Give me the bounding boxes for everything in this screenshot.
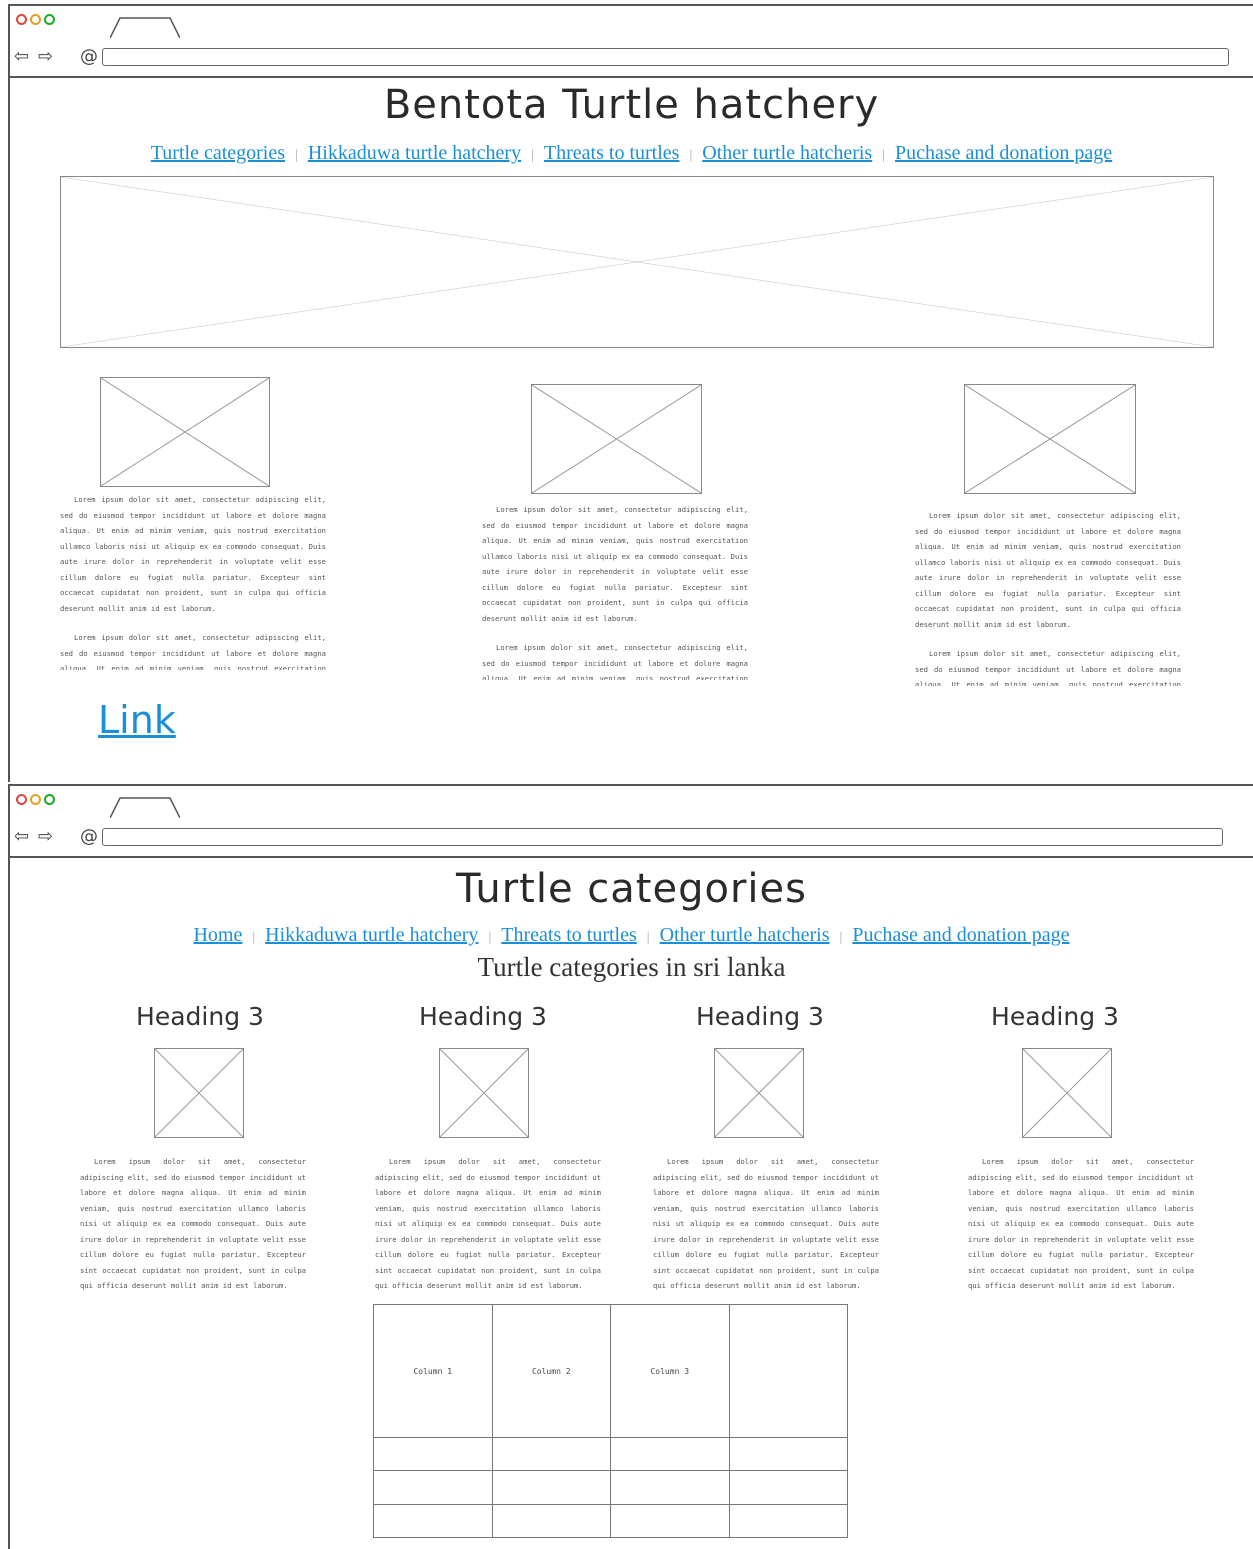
hero-image-placeholder [60, 176, 1214, 348]
table-header-cell: Column 2 [491, 1303, 611, 1439]
image-placeholder [1022, 1048, 1112, 1138]
nav-link-purchase-donation[interactable]: Puchase and donation page [852, 924, 1069, 946]
at-sign-icon: @ [80, 826, 98, 847]
page-title: Turtle categories [456, 866, 807, 912]
nav-link-purchase-donation[interactable]: Puchase and donation page [895, 142, 1112, 164]
table-cell [373, 1437, 493, 1472]
close-dot-icon[interactable] [16, 794, 27, 805]
table-header-cell [728, 1303, 848, 1439]
at-sign-icon: @ [80, 46, 98, 67]
nav-link-turtle-categories[interactable]: Turtle categories [151, 142, 285, 164]
image-placeholder [100, 377, 270, 487]
forward-arrow-icon[interactable]: ⇨ [38, 828, 53, 846]
text-block: Lorem ipsum dolor sit amet, consectetur … [60, 492, 326, 670]
paragraph: Lorem ipsum dolor sit amet, consectetur … [375, 1157, 601, 1290]
paragraph: Lorem ipsum dolor sit amet, consectetur … [60, 633, 326, 670]
table-cell [491, 1470, 611, 1505]
maximize-dot-icon[interactable] [44, 14, 55, 25]
column-heading: Heading 3 [136, 1002, 264, 1031]
paragraph: Lorem ipsum dolor sit amet, consectetur … [60, 495, 326, 613]
paragraph: Lorem ipsum dolor sit amet, consectetur … [653, 1157, 879, 1290]
text-block: Lorem ipsum dolor sit amet, consectetur … [482, 502, 748, 680]
column-heading: Heading 3 [991, 1002, 1119, 1031]
text-block: Lorem ipsum dolor sit amet, consectetur … [653, 1154, 879, 1296]
table-cell [491, 1503, 611, 1539]
link[interactable]: Link [98, 698, 176, 742]
text-block: Lorem ipsum dolor sit amet, consectetur … [80, 1154, 306, 1296]
minimize-dot-icon[interactable] [30, 794, 41, 805]
paragraph: Lorem ipsum dolor sit amet, consectetur … [968, 1157, 1194, 1290]
paragraph: Lorem ipsum dolor sit amet, consectetur … [482, 643, 748, 680]
nav-link-other-hatcheries[interactable]: Other turtle hatcheris [660, 924, 830, 946]
data-table: Column 1 Column 2 Column 3 [373, 1303, 848, 1539]
table-row [373, 1437, 848, 1472]
url-input[interactable] [102, 828, 1223, 846]
nav-link-hikkaduwa[interactable]: Hikkaduwa turtle hatchery [265, 924, 478, 946]
section-subtitle: Turtle categories in sri lanka [477, 952, 786, 982]
table-cell [728, 1503, 848, 1539]
paragraph: Lorem ipsum dolor sit amet, consectetur … [482, 505, 748, 623]
table-cell [491, 1437, 611, 1472]
page-content: Bentota Turtle hatchery Turtle categorie… [10, 78, 1253, 782]
page-title: Bentota Turtle hatchery [383, 82, 880, 128]
image-placeholder [154, 1048, 244, 1138]
browser-window-categories: ⇦ ⇨ @ Turtle categories Home | Hikkaduwa t… [8, 784, 1253, 1549]
table-cell [728, 1470, 848, 1505]
nav-link-hikkaduwa[interactable]: Hikkaduwa turtle hatchery [308, 142, 521, 164]
table-header-cell: Column 1 [373, 1303, 493, 1439]
back-arrow-icon[interactable]: ⇦ [14, 48, 29, 66]
url-input[interactable] [102, 48, 1229, 66]
image-placeholder [531, 384, 702, 494]
paragraph: Lorem ipsum dolor sit amet, consectetur … [915, 511, 1181, 629]
image-placeholder [714, 1048, 804, 1138]
window-controls [16, 14, 55, 25]
nav-link-other-hatcheries[interactable]: Other turtle hatcheris [702, 142, 872, 164]
image-placeholder [964, 384, 1136, 494]
address-bar: ⇦ ⇨ @ [10, 38, 1253, 78]
table-cell [610, 1503, 730, 1539]
browser-window-home: ⇦ ⇨ @ Bentota Turtle hatchery Turtle cat… [8, 4, 1253, 782]
table-header-row: Column 1 Column 2 Column 3 [373, 1303, 848, 1439]
paragraph: Lorem ipsum dolor sit amet, consectetur … [915, 649, 1181, 686]
table-header-cell: Column 3 [610, 1303, 730, 1439]
table-cell [373, 1470, 493, 1505]
table-cell [610, 1437, 730, 1472]
browser-tab[interactable] [110, 796, 180, 818]
browser-tab[interactable] [110, 16, 180, 38]
image-placeholder [439, 1048, 529, 1138]
text-block: Lorem ipsum dolor sit amet, consectetur … [915, 508, 1181, 686]
page-content: Turtle categories Home | Hikkaduwa turtle … [10, 858, 1253, 1549]
column-heading: Heading 3 [696, 1002, 824, 1031]
forward-arrow-icon[interactable]: ⇨ [38, 48, 53, 66]
window-controls [16, 794, 55, 805]
maximize-dot-icon[interactable] [44, 794, 55, 805]
minimize-dot-icon[interactable] [30, 14, 41, 25]
column-heading: Heading 3 [419, 1002, 547, 1031]
back-arrow-icon[interactable]: ⇦ [14, 828, 29, 846]
main-nav: Turtle categories | Hikkaduwa turtle hatch… [150, 142, 1113, 164]
tab-bar [10, 784, 1253, 820]
close-dot-icon[interactable] [16, 14, 27, 25]
tab-bar [10, 4, 1253, 40]
main-nav: Home | Hikkaduwa turtle hatchery | Threats t… [193, 924, 1070, 946]
address-bar: ⇦ ⇨ @ [10, 818, 1253, 858]
nav-link-threats[interactable]: Threats to turtles [544, 142, 680, 164]
text-block: Lorem ipsum dolor sit amet, consectetur … [375, 1154, 601, 1296]
text-block: Lorem ipsum dolor sit amet, consectetur … [968, 1154, 1194, 1296]
table-cell [728, 1437, 848, 1472]
table-row [373, 1503, 848, 1539]
table-cell [373, 1503, 493, 1539]
table-row [373, 1470, 848, 1505]
table-cell [610, 1470, 730, 1505]
nav-link-threats[interactable]: Threats to turtles [501, 924, 637, 946]
paragraph: Lorem ipsum dolor sit amet, consectetur … [80, 1157, 306, 1290]
nav-link-home[interactable]: Home [193, 924, 242, 946]
